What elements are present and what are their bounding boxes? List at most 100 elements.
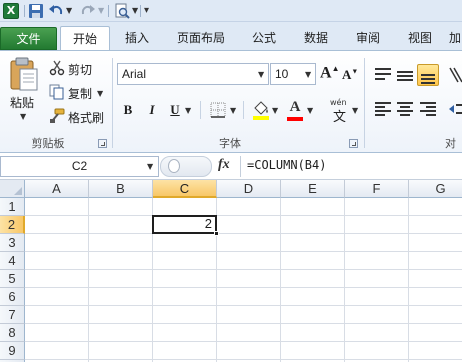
- save-icon[interactable]: [28, 3, 44, 19]
- alignment-group-label: 对: [445, 137, 456, 150]
- orientation-icon[interactable]: [448, 66, 462, 84]
- align-top-icon[interactable]: [372, 64, 394, 86]
- row-gridline: [25, 215, 462, 216]
- tab-formulas[interactable]: 公式: [240, 26, 288, 50]
- column-gridline: [88, 198, 89, 362]
- copy-button[interactable]: 复制: [68, 85, 92, 102]
- align-left-icon[interactable]: [372, 98, 394, 120]
- font-size-value: 10: [275, 67, 289, 81]
- fill-color-dropdown-icon[interactable]: ▼: [272, 106, 278, 115]
- format-painter-button[interactable]: 格式刷: [68, 109, 104, 126]
- excel-icon[interactable]: X: [3, 3, 19, 19]
- row-gridline: [25, 341, 462, 342]
- clipboard-group-label: 剪贴板: [31, 137, 65, 150]
- divider: [24, 5, 25, 17]
- formula-bar-handle[interactable]: [168, 159, 180, 173]
- font-color-button[interactable]: A: [287, 99, 303, 121]
- row-header-1[interactable]: 1: [0, 198, 25, 216]
- font-color-dropdown-icon[interactable]: ▼: [307, 106, 313, 115]
- borders-dropdown-icon[interactable]: ▼: [230, 106, 236, 115]
- font-name-dropdown-icon[interactable]: ▼: [258, 70, 264, 79]
- row-header-9[interactable]: 9: [0, 342, 25, 360]
- font-name-value: Arial: [122, 67, 147, 81]
- shrink-font-button[interactable]: A▼: [342, 67, 358, 83]
- undo-icon[interactable]: [48, 3, 64, 19]
- paste-dropdown-icon[interactable]: ▼: [20, 112, 26, 121]
- borders-icon[interactable]: [210, 102, 226, 118]
- row-header-3[interactable]: 3: [0, 234, 25, 252]
- customize-qat-icon[interactable]: ▾: [144, 5, 149, 16]
- underline-dropdown-icon[interactable]: ▼: [185, 106, 191, 115]
- fill-handle[interactable]: [214, 231, 219, 236]
- row-header-8[interactable]: 8: [0, 324, 25, 342]
- font-color-label: A: [289, 99, 301, 115]
- name-box[interactable]: C2: [0, 156, 159, 177]
- font-name-combobox[interactable]: Arial: [117, 63, 269, 85]
- worksheet-grid[interactable]: ABCDEFG 12345678910 2: [0, 180, 462, 362]
- phonetic-guide-button[interactable]: 文: [333, 106, 346, 125]
- print-preview-icon[interactable]: [114, 3, 130, 19]
- underline-button[interactable]: U: [166, 100, 184, 120]
- tab-page-layout[interactable]: 页面布局: [165, 26, 237, 50]
- row-header-5[interactable]: 5: [0, 270, 25, 288]
- formula-input[interactable]: =COLUMN(B4): [240, 156, 462, 177]
- name-box-dropdown-icon[interactable]: ▼: [147, 162, 153, 171]
- column-header-e[interactable]: E: [281, 180, 345, 198]
- divider: [140, 5, 141, 17]
- tab-home[interactable]: 开始: [60, 26, 110, 51]
- italic-button[interactable]: I: [143, 100, 161, 120]
- row-header-7[interactable]: 7: [0, 306, 25, 324]
- row-gridline: [25, 323, 462, 324]
- row-gridline: [25, 305, 462, 306]
- align-bottom-icon[interactable]: [417, 64, 439, 86]
- clipboard-launcher-icon[interactable]: [98, 139, 107, 148]
- phonetic-dropdown-icon[interactable]: ▼: [352, 106, 358, 115]
- tab-addins[interactable]: 加: [448, 26, 462, 50]
- align-middle-icon[interactable]: [394, 64, 416, 86]
- column-header-a[interactable]: A: [25, 180, 89, 198]
- fill-color-icon[interactable]: [252, 100, 270, 120]
- copy-dropdown-icon[interactable]: ▼: [97, 89, 103, 98]
- undo-dropdown-icon[interactable]: ▼: [66, 6, 72, 15]
- row-header-4[interactable]: 4: [0, 252, 25, 270]
- row-gridline: [25, 251, 462, 252]
- group-divider: [112, 58, 113, 148]
- column-header-f[interactable]: F: [345, 180, 409, 198]
- column-header-b[interactable]: B: [89, 180, 153, 198]
- tab-data[interactable]: 数据: [292, 26, 340, 50]
- column-header-g[interactable]: G: [409, 180, 462, 198]
- redo-dropdown-icon[interactable]: ▼: [98, 6, 104, 15]
- row-header-2[interactable]: 2: [0, 216, 25, 234]
- selected-cell[interactable]: 2: [152, 215, 217, 234]
- tab-review[interactable]: 审阅: [344, 26, 392, 50]
- bold-button[interactable]: B: [119, 100, 137, 120]
- align-center-icon[interactable]: [394, 98, 416, 120]
- cut-icon[interactable]: [49, 60, 65, 76]
- tab-file[interactable]: 文件: [0, 27, 57, 50]
- row-gridline: [25, 287, 462, 288]
- grow-font-label: A: [320, 64, 332, 82]
- column-gridline: [408, 198, 409, 362]
- insert-function-icon[interactable]: fx: [218, 157, 230, 173]
- paste-button-label[interactable]: 粘贴: [10, 94, 34, 111]
- column-header-d[interactable]: D: [217, 180, 281, 198]
- tab-view[interactable]: 视图: [396, 26, 444, 50]
- align-right-icon[interactable]: [417, 98, 439, 120]
- tab-insert[interactable]: 插入: [113, 26, 161, 50]
- selected-cell-value: 2: [204, 216, 212, 231]
- font-size-dropdown-icon[interactable]: ▼: [305, 70, 311, 79]
- grow-font-button[interactable]: A▲: [320, 64, 339, 82]
- print-dropdown-icon[interactable]: ▼: [132, 6, 138, 15]
- quick-access-toolbar: X ▼ ▼ ▼ ▾: [0, 0, 462, 22]
- font-launcher-icon[interactable]: [349, 139, 358, 148]
- redo-icon[interactable]: [80, 3, 96, 19]
- paste-icon[interactable]: [8, 56, 40, 92]
- row-header-6[interactable]: 6: [0, 288, 25, 306]
- decrease-indent-icon[interactable]: [448, 100, 462, 118]
- format-painter-icon[interactable]: [49, 108, 65, 124]
- divider: [200, 101, 201, 119]
- column-header-c[interactable]: C: [153, 180, 217, 198]
- copy-icon[interactable]: [49, 84, 65, 100]
- select-all-button[interactable]: [0, 180, 25, 198]
- cut-button[interactable]: 剪切: [68, 61, 92, 78]
